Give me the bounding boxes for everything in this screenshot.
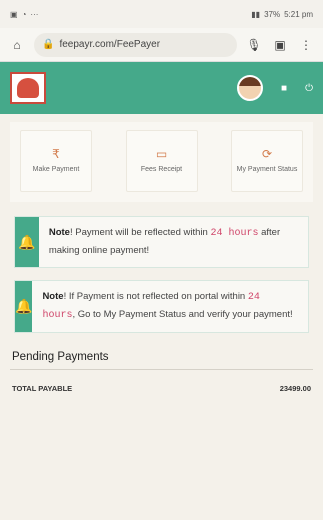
note-highlight: 24 hours xyxy=(210,228,259,239)
url-text: feepayr.com/FeePayer xyxy=(59,39,161,50)
bell-icon: 🔔 xyxy=(15,281,33,333)
address-bar[interactable]: 🔒 feepayr.com/FeePayer xyxy=(34,32,237,57)
tabs-icon[interactable]: ▣ xyxy=(271,38,289,52)
signal-icon: ▮▮ xyxy=(251,9,261,19)
menu-label: Fees Receipt xyxy=(140,166,183,174)
menu-label: Make Payment xyxy=(32,166,80,174)
make-payment-button[interactable]: ₹ Make Payment xyxy=(20,130,92,192)
lock-icon: 🔒 xyxy=(42,39,55,50)
quick-menu: ₹ Make Payment ▭ Fees Receipt ⟳ My Payme… xyxy=(10,122,313,202)
sim-icon: ▣ xyxy=(10,9,18,19)
main-content: ₹ Make Payment ▭ Fees Receipt ⟳ My Payme… xyxy=(0,114,323,520)
more-icon: ··· xyxy=(30,9,39,19)
notification-icon[interactable]: ■ xyxy=(281,83,287,94)
total-value: 23499.00 xyxy=(279,384,311,394)
rupee-icon: ₹ xyxy=(52,147,60,162)
note-card: 🔔 Note! If Payment is not reflected on p… xyxy=(14,280,309,334)
fees-receipt-button[interactable]: ▭ Fees Receipt xyxy=(125,130,198,192)
note-title: Note xyxy=(48,227,70,238)
menu-label: My Payment Status xyxy=(236,166,298,174)
total-payable-row: TOTAL PAYABLE 23499.00 xyxy=(10,384,313,393)
payment-status-button[interactable]: ⟳ My Payment Status xyxy=(231,130,303,192)
app-header: ■ ⏻ xyxy=(0,62,323,114)
note-text: ! Payment will be reflected within xyxy=(69,227,211,238)
status-bar: ▣ ◔ ··· ▮▮ 37% 5:21 pm xyxy=(0,0,323,28)
note-text: ! If Payment is not reflected on portal … xyxy=(63,291,248,303)
status-icon: ⟳ xyxy=(261,147,273,162)
microphone-icon[interactable]: 🎙 xyxy=(245,38,263,52)
home-icon[interactable]: ⌂ xyxy=(8,38,26,52)
menu-dots-icon[interactable]: ⋮ xyxy=(297,38,315,52)
note-text: , Go to My Payment Status and verify you… xyxy=(72,308,293,320)
battery-level: 37% xyxy=(264,9,281,19)
browser-toolbar: ⌂ 🔒 feepayr.com/FeePayer 🎙 ▣ ⋮ xyxy=(0,28,323,62)
clock: 5:21 pm xyxy=(284,9,313,19)
bell-icon: 🔔 xyxy=(15,217,39,268)
total-label: TOTAL PAYABLE xyxy=(12,384,73,394)
power-icon[interactable]: ⏻ xyxy=(305,83,313,94)
school-logo[interactable] xyxy=(10,72,46,104)
wifi-icon: ◔ xyxy=(21,9,27,19)
note-card: 🔔 Note! Payment will be reflected within… xyxy=(14,216,309,269)
receipt-icon: ▭ xyxy=(155,147,168,162)
note-title: Note xyxy=(42,291,64,303)
avatar[interactable] xyxy=(237,75,264,101)
pending-payments-title: Pending Payments xyxy=(10,345,313,371)
